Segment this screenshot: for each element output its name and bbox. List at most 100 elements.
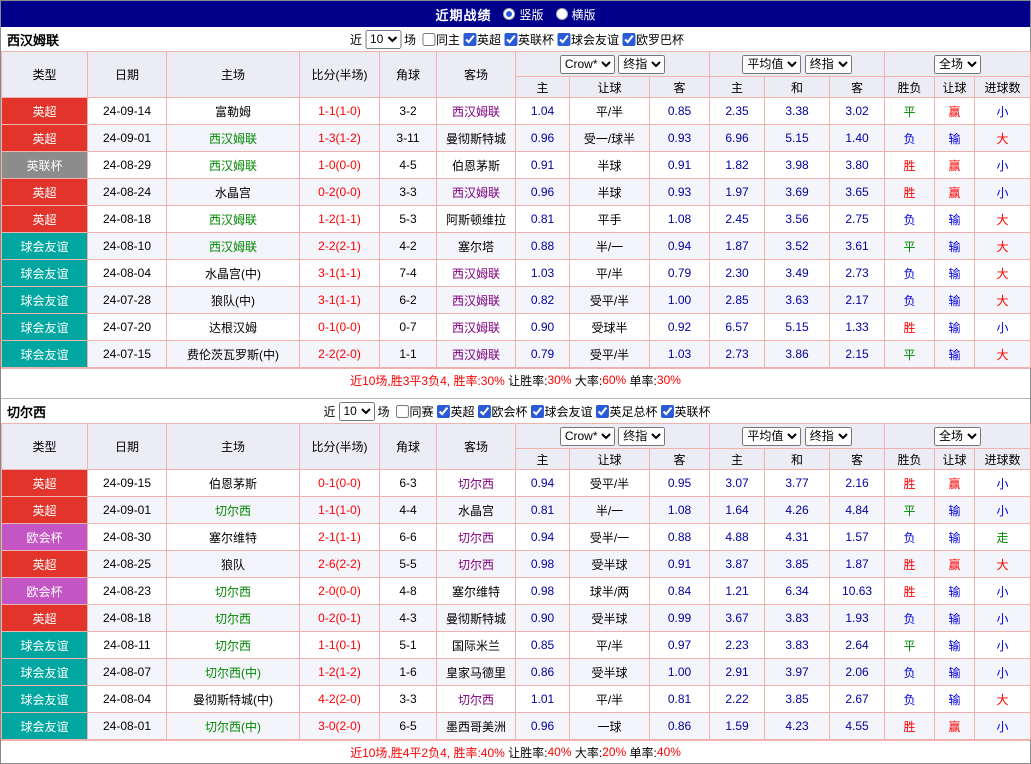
away-team: 西汉姆联 [437,314,516,341]
result-outcome: 平 [885,341,935,368]
filter-checkbox[interactable] [504,33,517,46]
header-select[interactable]: 终指 [618,55,665,74]
avg-odds-draw: 3.63 [765,287,830,314]
filter-option-同赛[interactable]: 同赛 [395,403,433,420]
header-select[interactable]: 平均值 [742,55,801,74]
view-option[interactable]: 竖版 [503,6,543,23]
filter-option-欧会杯[interactable]: 欧会杯 [478,403,528,420]
column-subheader: 进球数 [975,77,1031,98]
corner-score: 6-5 [380,713,437,740]
avg-odds-home: 2.91 [710,659,765,686]
avg-odds-home: 3.67 [710,605,765,632]
column-header: 客场 [437,52,516,98]
column-subheader: 客 [830,77,885,98]
filter-option-球会友谊[interactable]: 球会友谊 [531,403,593,420]
avg-odds-away: 2.17 [830,287,885,314]
away-team: 切尔西 [437,686,516,713]
avg-odds-home: 2.23 [710,632,765,659]
filter-option-英超[interactable]: 英超 [436,403,474,420]
header-select[interactable]: 终指 [805,55,852,74]
header-select[interactable]: 全场 [934,55,981,74]
team-section: 西汉姆联近10场同主英超英联杯球会友谊欧罗巴杯类型日期主场比分(半场)角球客场C… [1,27,1030,391]
league-badge: 欧会杯 [2,524,88,551]
filter-option-label: 英超 [450,403,474,420]
summary-row: 近10场,胜4平2负4, 胜率:40% 让胜率:40% 大率:20% 单率:40… [1,740,1030,763]
filter-checkbox[interactable] [463,33,476,46]
filter-checkbox[interactable] [478,405,491,418]
avg-odds-home: 6.57 [710,314,765,341]
avg-odds-home: 2.73 [710,341,765,368]
filter-checkbox[interactable] [395,405,408,418]
match-row: 英超24-09-14富勒姆1-1(1-0)3-2西汉姆联1.04平/半0.852… [2,98,1031,125]
result-outcome: 胜 [885,551,935,578]
handicap-line: 平/半 [570,632,650,659]
match-row: 英超24-09-01西汉姆联1-3(1-2)3-11曼彻斯特城0.96受一/球半… [2,125,1031,152]
match-row: 欧会杯24-08-30塞尔维特2-1(1-1)6-6切尔西0.94受半/一0.8… [2,524,1031,551]
filter-checkbox[interactable] [557,33,570,46]
filter-checkbox[interactable] [661,405,674,418]
match-date: 24-09-01 [88,125,167,152]
home-team: 西汉姆联 [167,233,300,260]
corner-score: 3-11 [380,125,437,152]
result-outcome: 负 [885,206,935,233]
handicap-line: 受半球 [570,659,650,686]
league-badge: 球会友谊 [2,659,88,686]
recent-count-select[interactable]: 10 [338,402,374,421]
handicap-line: 受一/球半 [570,125,650,152]
filter-checkbox[interactable] [622,33,635,46]
recent-count-select[interactable]: 10 [365,30,401,49]
handicap-odds-home: 0.96 [516,179,570,206]
team-name: 西汉姆联 [1,30,59,49]
match-row: 英超24-08-18西汉姆联1-2(1-1)5-3阿斯顿维拉0.81平手1.08… [2,206,1031,233]
match-score: 2-6(2-2) [300,551,380,578]
result-handicap: 赢 [935,179,975,206]
filter-checkbox[interactable] [422,33,435,46]
radio-icon[interactable] [556,8,568,20]
header-select[interactable]: Crow* [560,427,615,446]
filter-bar: 近10场同赛英超欧会杯球会友谊英足总杯英联杯 [320,402,710,421]
header-select[interactable]: 终指 [618,427,665,446]
filter-label-recent: 近 [350,31,362,48]
filter-option-英联杯[interactable]: 英联杯 [504,31,554,48]
radio-icon[interactable] [503,8,515,20]
corner-score: 5-3 [380,206,437,233]
filter-option-同主[interactable]: 同主 [422,31,460,48]
summary-segment: 让胜率: [505,744,548,761]
match-date: 24-09-14 [88,98,167,125]
result-goals: 小 [975,605,1031,632]
away-team: 曼彻斯特城 [437,605,516,632]
filter-option-球会友谊[interactable]: 球会友谊 [557,31,619,48]
avg-odds-away: 2.67 [830,686,885,713]
filter-option-label: 英超 [477,31,501,48]
filter-option-英超[interactable]: 英超 [463,31,501,48]
filter-checkbox[interactable] [596,405,609,418]
header-select[interactable]: 终指 [805,427,852,446]
handicap-line: 受半/一 [570,524,650,551]
filter-label-recent: 近 [323,403,335,420]
filter-option-英足总杯[interactable]: 英足总杯 [596,403,658,420]
matches-table: 类型日期主场比分(半场)角球客场Crow* 终指平均值 终指全场主让球客主和客胜… [1,51,1031,368]
column-subheader: 主 [516,77,570,98]
match-row: 英超24-08-24水晶宫0-2(0-0)3-3西汉姆联0.96半球0.931.… [2,179,1031,206]
summary-segment: 30% [547,373,571,387]
avg-odds-draw: 3.49 [765,260,830,287]
avg-odds-draw: 4.26 [765,497,830,524]
corner-score: 4-2 [380,233,437,260]
header-select[interactable]: 全场 [934,427,981,446]
filter-option-英联杯[interactable]: 英联杯 [661,403,711,420]
away-team: 伯恩茅斯 [437,152,516,179]
header-select[interactable]: 平均值 [742,427,801,446]
match-date: 24-08-11 [88,632,167,659]
filter-option-欧罗巴杯[interactable]: 欧罗巴杯 [622,31,684,48]
filter-checkbox[interactable] [531,405,544,418]
handicap-line: 受平/半 [570,470,650,497]
filter-label-matches: 场 [377,403,389,420]
handicap-line: 平/半 [570,98,650,125]
match-row: 球会友谊24-08-04曼彻斯特城(中)4-2(2-0)3-3切尔西1.01平/… [2,686,1031,713]
home-team: 切尔西(中) [167,659,300,686]
result-outcome: 负 [885,125,935,152]
filter-checkbox[interactable] [436,405,449,418]
view-option[interactable]: 横版 [556,6,596,23]
header-select[interactable]: Crow* [560,55,615,74]
handicap-odds-away: 0.93 [650,179,710,206]
